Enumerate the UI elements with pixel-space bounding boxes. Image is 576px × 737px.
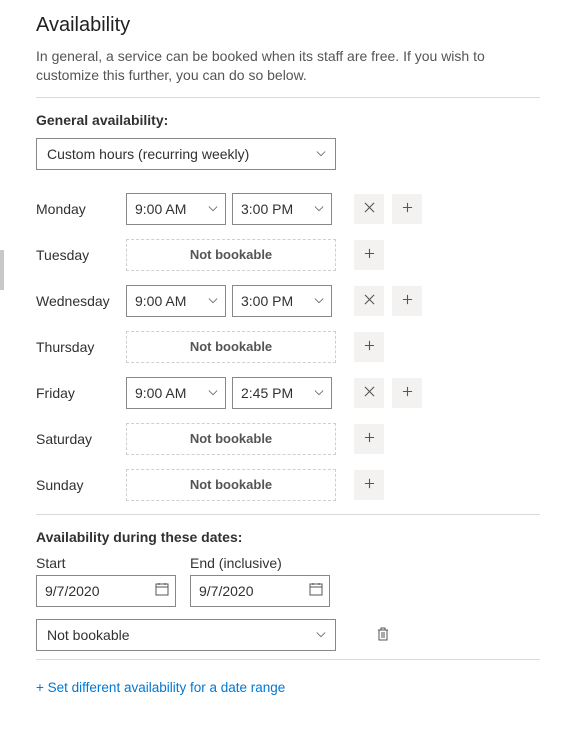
start-date-input[interactable]: 9/7/2020 (36, 575, 176, 607)
start-date-label: Start (36, 555, 176, 571)
end-time-value: 3:00 PM (241, 293, 293, 309)
day-row-tuesday: Tuesday Not bookable (36, 238, 540, 272)
plus-icon (402, 200, 413, 217)
not-bookable-badge: Not bookable (126, 423, 336, 455)
time-slot: 9:00 AM 3:00 PM (126, 285, 336, 317)
not-bookable-badge: Not bookable (126, 331, 336, 363)
chevron-down-icon (313, 295, 325, 307)
chevron-down-icon (315, 148, 327, 160)
add-slot-button[interactable] (354, 240, 384, 270)
divider (36, 659, 540, 660)
not-bookable-badge: Not bookable (126, 469, 336, 501)
end-date-input[interactable]: 9/7/2020 (190, 575, 330, 607)
plus-icon (402, 384, 413, 401)
page-title: Availability (36, 14, 540, 37)
day-row-friday: Friday 9:00 AM 2:45 PM (36, 376, 540, 410)
day-row-wednesday: Wednesday 9:00 AM 3:00 PM (36, 284, 540, 318)
start-time-value: 9:00 AM (135, 201, 186, 217)
close-icon (364, 384, 375, 401)
delete-date-range-button[interactable] (376, 626, 392, 644)
chevron-down-icon (313, 203, 325, 215)
start-time-value: 9:00 AM (135, 385, 186, 401)
date-range-mode-select[interactable]: Not bookable (36, 619, 336, 651)
plus-icon (364, 246, 375, 263)
general-availability-heading: General availability: (36, 112, 540, 128)
close-icon (364, 292, 375, 309)
remove-slot-button[interactable] (354, 378, 384, 408)
add-slot-button[interactable] (392, 378, 422, 408)
page-description: In general, a service can be booked when… (36, 47, 540, 85)
date-range-section: Availability during these dates: Start 9… (36, 529, 540, 651)
day-label: Monday (36, 201, 126, 217)
day-label: Wednesday (36, 293, 126, 309)
add-date-range-link[interactable]: + Set different availability for a date … (36, 680, 285, 695)
start-date-value: 9/7/2020 (45, 583, 100, 599)
day-row-thursday: Thursday Not bookable (36, 330, 540, 364)
chevron-down-icon (207, 387, 219, 399)
chevron-down-icon (207, 295, 219, 307)
chevron-down-icon (313, 387, 325, 399)
add-slot-button[interactable] (392, 286, 422, 316)
time-slot: 9:00 AM 3:00 PM (126, 193, 336, 225)
end-time-select[interactable]: 3:00 PM (232, 193, 332, 225)
remove-slot-button[interactable] (354, 286, 384, 316)
link-prefix: + (36, 680, 48, 695)
day-row-sunday: Sunday Not bookable (36, 468, 540, 502)
not-bookable-badge: Not bookable (126, 239, 336, 271)
divider (36, 514, 540, 515)
end-time-value: 2:45 PM (241, 385, 293, 401)
day-label: Friday (36, 385, 126, 401)
day-label: Thursday (36, 339, 126, 355)
day-label: Saturday (36, 431, 126, 447)
calendar-icon (155, 582, 169, 599)
start-time-value: 9:00 AM (135, 293, 186, 309)
add-slot-button[interactable] (354, 470, 384, 500)
day-label: Tuesday (36, 247, 126, 263)
time-slot: 9:00 AM 2:45 PM (126, 377, 336, 409)
plus-icon (402, 292, 413, 309)
close-icon (364, 200, 375, 217)
start-time-select[interactable]: 9:00 AM (126, 377, 226, 409)
calendar-icon (309, 582, 323, 599)
start-time-select[interactable]: 9:00 AM (126, 285, 226, 317)
availability-panel: Availability In general, a service can b… (0, 0, 576, 715)
date-range-heading: Availability during these dates: (36, 529, 540, 545)
end-time-select[interactable]: 3:00 PM (232, 285, 332, 317)
remove-slot-button[interactable] (354, 194, 384, 224)
day-row-monday: Monday 9:00 AM 3:00 PM (36, 192, 540, 226)
plus-icon (364, 338, 375, 355)
day-row-saturday: Saturday Not bookable (36, 422, 540, 456)
trash-icon (376, 629, 390, 645)
chevron-down-icon (207, 203, 219, 215)
scroll-indicator (0, 250, 4, 290)
add-date-range-link-row: + Set different availability for a date … (36, 680, 540, 695)
add-slot-button[interactable] (354, 332, 384, 362)
divider (36, 97, 540, 98)
add-slot-button[interactable] (354, 424, 384, 454)
day-label: Sunday (36, 477, 126, 493)
start-time-select[interactable]: 9:00 AM (126, 193, 226, 225)
availability-mode-value: Custom hours (recurring weekly) (47, 146, 249, 162)
availability-mode-select[interactable]: Custom hours (recurring weekly) (36, 138, 336, 170)
plus-icon (364, 430, 375, 447)
date-range-mode-value: Not bookable (47, 627, 130, 643)
chevron-down-icon (315, 629, 327, 641)
plus-icon (364, 476, 375, 493)
end-date-label: End (inclusive) (190, 555, 330, 571)
link-text: Set different availability for a date ra… (48, 680, 286, 695)
end-date-value: 9/7/2020 (199, 583, 254, 599)
weekly-hours-grid: Monday 9:00 AM 3:00 PM (36, 192, 540, 502)
add-slot-button[interactable] (392, 194, 422, 224)
end-time-select[interactable]: 2:45 PM (232, 377, 332, 409)
end-time-value: 3:00 PM (241, 201, 293, 217)
